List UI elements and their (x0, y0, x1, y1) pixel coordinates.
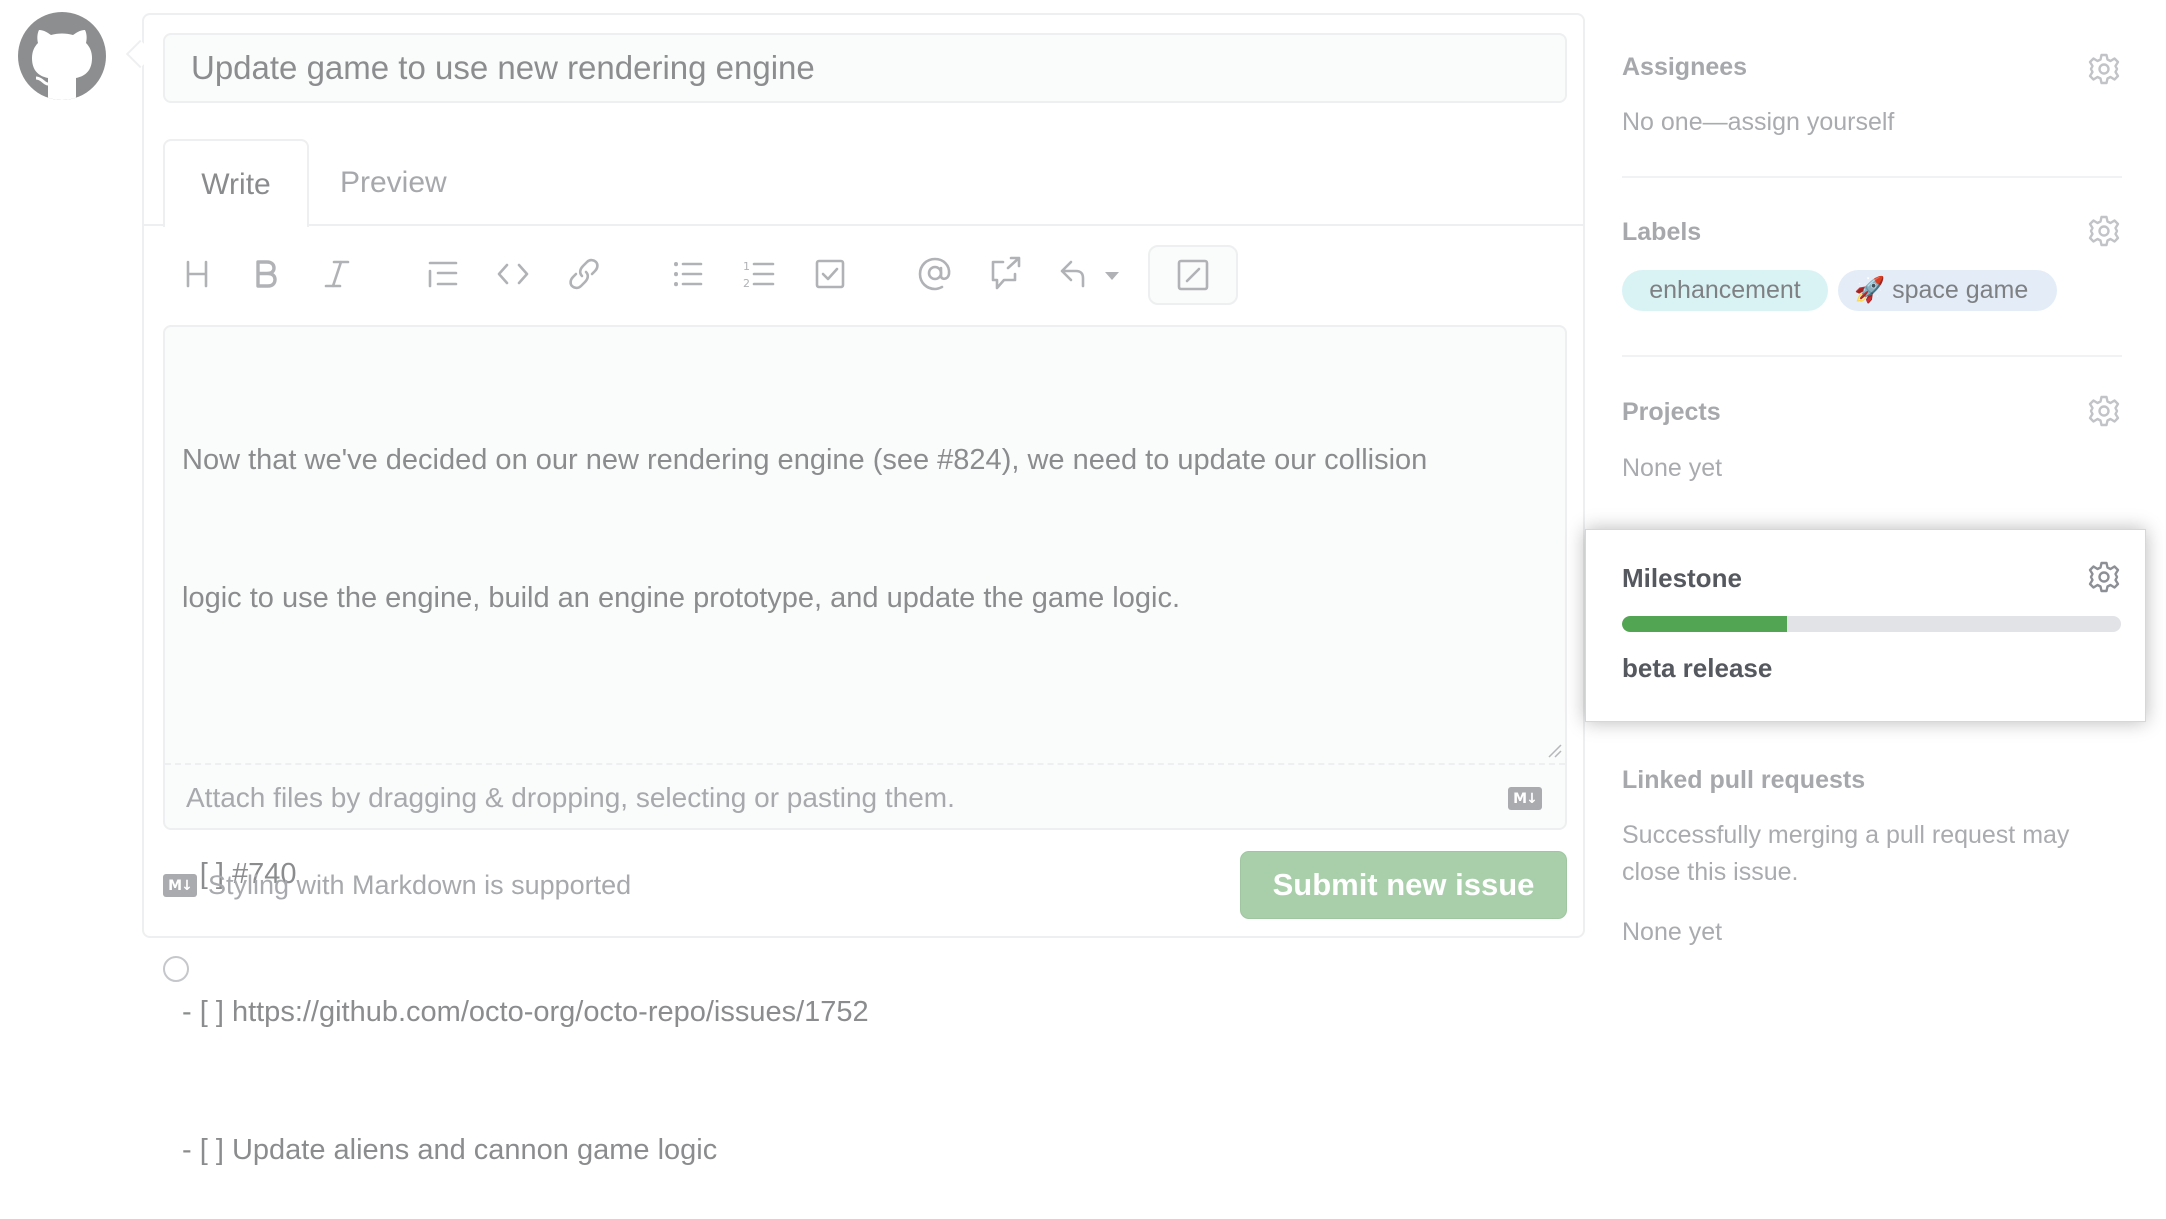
gear-icon (2088, 395, 2120, 427)
issue-title-input[interactable] (163, 33, 1567, 103)
milestone-progress-bar (1622, 616, 2121, 632)
saved-replies-button[interactable] (1059, 254, 1099, 294)
bulleted-list-icon (674, 262, 703, 287)
svg-text:2: 2 (743, 277, 750, 290)
code-icon (497, 263, 529, 285)
resize-handle-icon[interactable] (1546, 742, 1562, 758)
linked-prs-description: close this issue. (1622, 858, 1799, 886)
info-icon (163, 956, 189, 982)
task-list-icon (815, 259, 845, 289)
body-line: logic to use the engine, build an engine… (182, 582, 1181, 614)
svg-text:1: 1 (743, 260, 750, 273)
quote-button[interactable] (423, 254, 463, 294)
gear-icon (2088, 561, 2120, 593)
markdown-supported-link[interactable]: Styling with Markdown is supported (208, 867, 631, 903)
numbered-list-button[interactable]: 12 (739, 254, 779, 294)
labels-heading[interactable]: Labels (1622, 217, 1701, 247)
saved-replies-dropdown-icon[interactable] (1105, 272, 1119, 280)
fullscreen-icon (1177, 259, 1209, 291)
projects-gear-button[interactable] (2087, 394, 2121, 428)
submit-new-issue-button[interactable]: Submit new issue (1240, 851, 1567, 919)
body-line: Now that we've decided on our new render… (182, 444, 1428, 476)
heading-button[interactable] (177, 254, 217, 294)
italic-icon (324, 260, 350, 288)
milestone-progress-fill (1622, 616, 1787, 632)
bold-button[interactable] (246, 254, 286, 294)
github-octocat-icon (32, 30, 92, 100)
mention-icon (918, 257, 951, 291)
heading-icon (186, 260, 208, 288)
cross-reference-button[interactable] (986, 254, 1026, 294)
numbered-list-icon: 12 (743, 260, 775, 290)
sidebar-divider (1622, 355, 2122, 357)
attach-files-hint[interactable]: Attach files by dragging & dropping, sel… (186, 780, 955, 816)
quote-icon (428, 261, 458, 288)
cross-reference-icon (991, 256, 1021, 290)
sidebar-divider (1622, 176, 2122, 178)
milestone-name-link[interactable]: beta release (1622, 653, 1772, 683)
assignees-gear-button[interactable] (2087, 52, 2121, 86)
milestone-gear-button[interactable] (2087, 560, 2121, 594)
milestone-heading[interactable]: Milestone (1622, 563, 1742, 593)
body-line (182, 713, 1552, 759)
mention-button[interactable] (915, 254, 955, 294)
tab-write[interactable]: Write (163, 139, 309, 227)
code-button[interactable] (493, 254, 533, 294)
task-list-button[interactable] (810, 254, 850, 294)
body-line: - [ ] https://github.com/octo-org/octo-r… (182, 996, 869, 1028)
markdown-icon: M↓ (163, 874, 197, 897)
saved-replies-icon (1060, 260, 1085, 288)
italic-button[interactable] (317, 254, 357, 294)
markdown-icon: M↓ (1508, 787, 1542, 810)
link-icon (569, 258, 599, 290)
tab-preview[interactable]: Preview (340, 139, 447, 227)
label-enhancement[interactable]: enhancement (1622, 270, 1828, 311)
labels-gear-button[interactable] (2087, 214, 2121, 248)
assignees-heading[interactable]: Assignees (1622, 52, 1747, 82)
bold-icon (256, 260, 277, 288)
body-line: - [ ] Update aliens and cannon game logi… (182, 1134, 718, 1166)
projects-value: None yet (1622, 454, 1723, 482)
label-space-game[interactable]: 🚀 space game (1838, 270, 2057, 311)
linked-prs-heading: Linked pull requests (1622, 766, 1866, 794)
attach-divider (165, 763, 1565, 765)
linked-prs-description: Successfully merging a pull request may (1622, 821, 2070, 849)
assign-yourself-link[interactable]: No one—assign yourself (1622, 105, 1894, 139)
linked-prs-value: None yet (1622, 918, 1723, 946)
user-avatar (18, 12, 106, 100)
gear-icon (2088, 215, 2120, 247)
bulleted-list-button[interactable] (668, 254, 708, 294)
fullscreen-button[interactable] (1148, 245, 1238, 305)
gear-icon (2088, 53, 2120, 85)
link-button[interactable] (564, 254, 604, 294)
projects-heading[interactable]: Projects (1622, 397, 1721, 427)
